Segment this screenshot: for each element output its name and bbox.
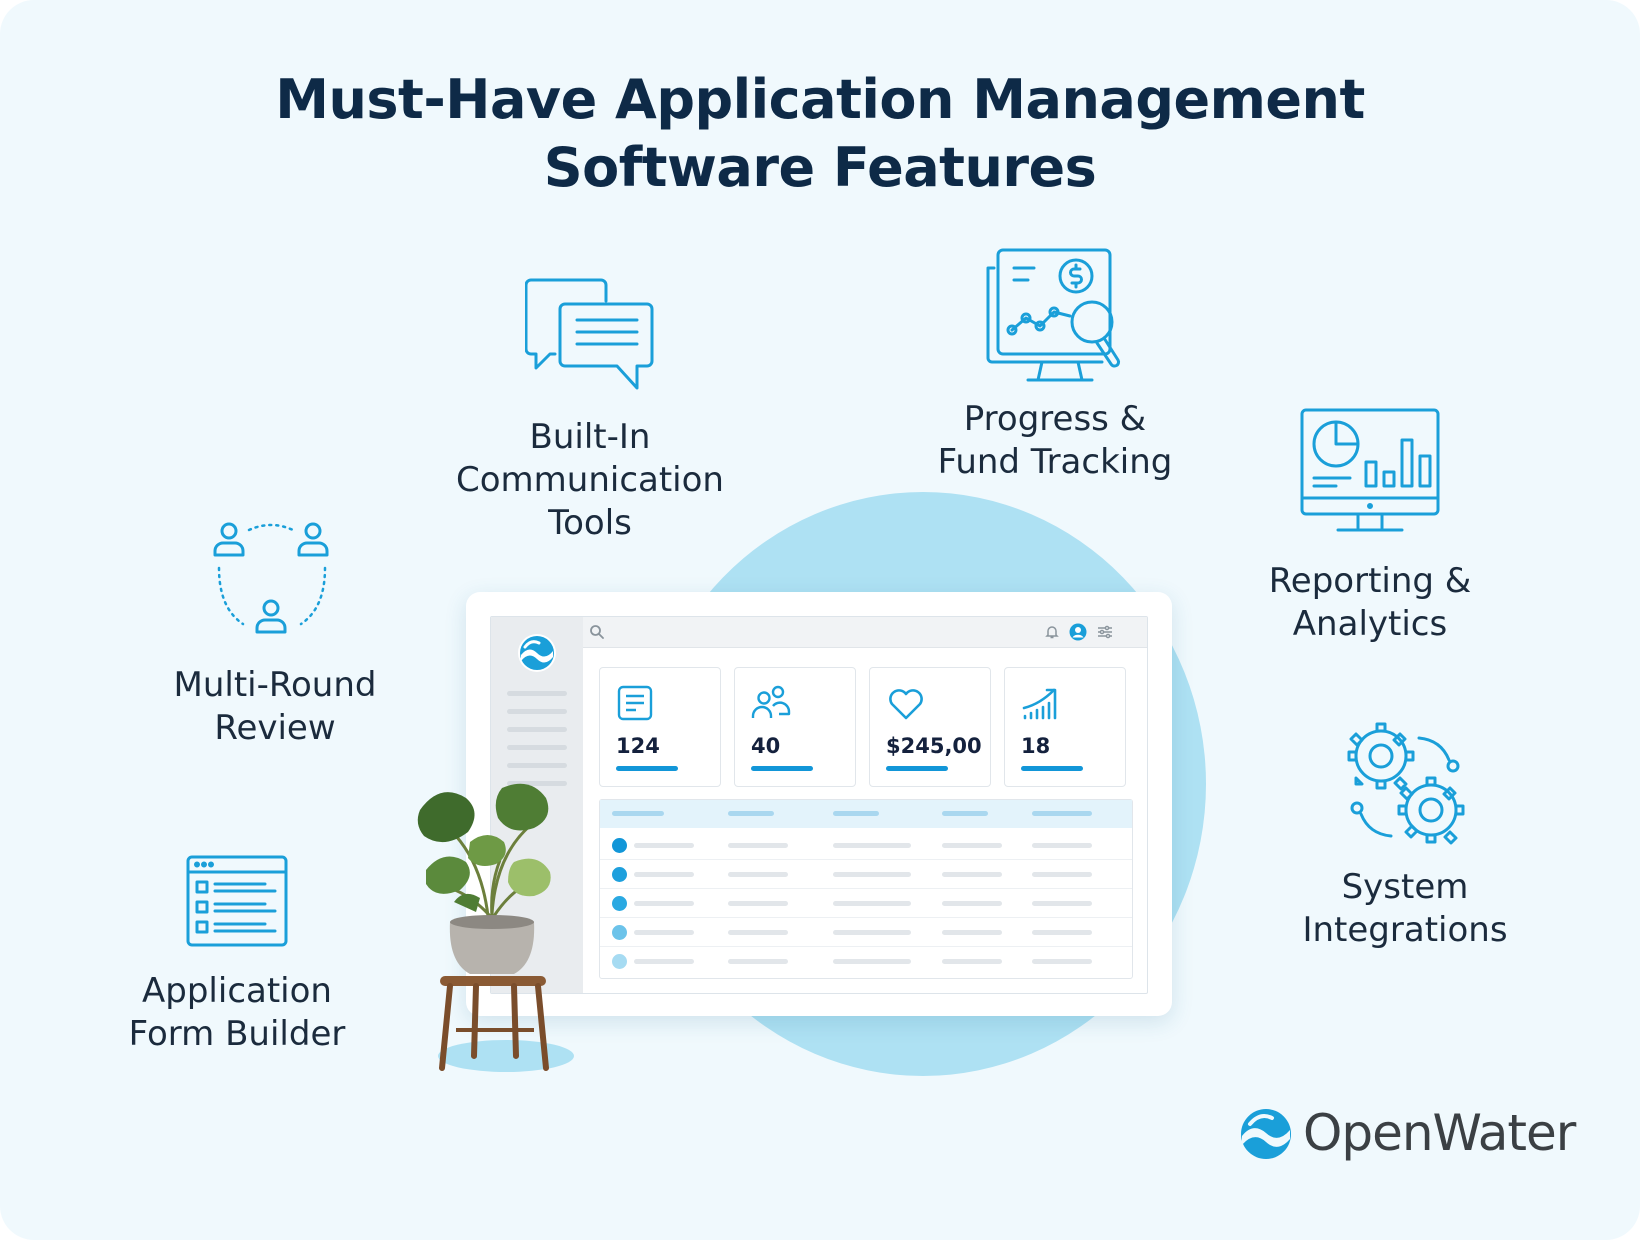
sidebar-placeholder [507, 727, 567, 732]
feature-reporting: Reporting & Analytics [1235, 406, 1505, 646]
row-status-dot [612, 896, 627, 911]
feature-integrations-label: System Integrations [1302, 867, 1508, 950]
cell-placeholder [728, 872, 788, 877]
sidebar-placeholder [507, 709, 567, 714]
cell-placeholder [942, 872, 1002, 877]
stat-card: 124 [599, 667, 721, 787]
row-status-dot [612, 838, 627, 853]
row-divider [600, 946, 1132, 947]
cell-placeholder [942, 930, 1002, 935]
cell-placeholder [728, 959, 788, 964]
stat-value: 18 [1021, 734, 1051, 758]
document-icon [617, 685, 653, 721]
cell-placeholder [728, 843, 788, 848]
row-status-dot [612, 954, 627, 969]
header-placeholder [1032, 811, 1092, 816]
openwater-logo-icon [518, 634, 556, 672]
cell-placeholder [833, 872, 911, 877]
table-header [600, 800, 1132, 828]
form-window-icon [186, 855, 288, 947]
heart-icon [889, 689, 923, 720]
dashboard-window: 124 40 $245,00 18 [490, 616, 1148, 994]
row-status-dot [612, 925, 627, 940]
gears-icon [1347, 722, 1465, 845]
cell-placeholder [634, 843, 694, 848]
bell-icon[interactable] [1045, 625, 1059, 639]
user-avatar-icon[interactable] [1069, 623, 1087, 641]
row-divider [600, 888, 1132, 889]
row-status-dot [612, 867, 627, 882]
cell-placeholder [634, 959, 694, 964]
openwater-logo-icon [1241, 1109, 1291, 1159]
header-placeholder [833, 811, 879, 816]
cell-placeholder [634, 872, 694, 877]
feature-review: Multi-Round Review [150, 518, 400, 750]
sidebar-placeholder [507, 763, 567, 768]
title-line-1: Must-Have Application Management [275, 68, 1365, 131]
sidebar-placeholder [507, 745, 567, 750]
cell-placeholder [833, 959, 911, 964]
feature-review-label: Multi-Round Review [173, 665, 377, 748]
cell-placeholder [833, 843, 911, 848]
monitor-dollar-magnifier-icon [986, 248, 1120, 382]
page-title: Must-Have Application Management Softwar… [0, 66, 1640, 202]
cell-placeholder [634, 901, 694, 906]
trending-chart-icon [1022, 688, 1057, 720]
feature-reporting-label: Reporting & Analytics [1268, 561, 1472, 644]
feature-communication-label: Built-In Communication Tools [456, 417, 724, 543]
stat-card: $245,00 [869, 667, 991, 787]
potted-plant-illustration [417, 783, 574, 1072]
row-divider [600, 917, 1132, 918]
stat-card: 18 [1004, 667, 1126, 787]
infographic-canvas: Must-Have Application Management Softwar… [0, 0, 1640, 1240]
header-placeholder [728, 811, 774, 816]
dashboard-topbar [583, 617, 1147, 648]
cell-placeholder [942, 959, 1002, 964]
header-placeholder [612, 811, 664, 816]
chat-bubbles-icon [525, 278, 654, 390]
cell-placeholder [728, 930, 788, 935]
stat-bar [1021, 766, 1083, 771]
cell-placeholder [1032, 901, 1092, 906]
feature-communication: Built-In Communication Tools [430, 276, 750, 545]
feature-progress-label: Progress & Fund Tracking [937, 399, 1173, 482]
cell-placeholder [1032, 872, 1092, 877]
cell-placeholder [833, 901, 911, 906]
feature-integrations: System Integrations [1260, 720, 1550, 952]
brand-name: OpenWater [1303, 1104, 1576, 1162]
data-table [599, 799, 1133, 979]
monitor-analytics-icon [1300, 408, 1440, 532]
settings-sliders-icon[interactable] [1097, 625, 1113, 639]
search-icon[interactable] [589, 624, 605, 640]
header-placeholder [942, 811, 988, 816]
stat-value: $245,00 [886, 734, 982, 758]
cell-placeholder [942, 843, 1002, 848]
cell-placeholder [1032, 930, 1092, 935]
cell-placeholder [942, 901, 1002, 906]
title-line-2: Software Features [543, 136, 1097, 199]
users-icon [751, 685, 791, 718]
stat-card: 40 [734, 667, 856, 787]
stat-value: 40 [751, 734, 781, 758]
row-divider [600, 859, 1132, 860]
stat-value: 124 [616, 734, 660, 758]
stat-bar [886, 766, 948, 771]
sidebar-placeholder [507, 691, 567, 696]
feature-progress: Progress & Fund Tracking [900, 246, 1210, 484]
cell-placeholder [833, 930, 911, 935]
cell-placeholder [1032, 843, 1092, 848]
cell-placeholder [728, 901, 788, 906]
stat-bar [751, 766, 813, 771]
feature-formbuilder-label: Application Form Builder [128, 971, 346, 1054]
stat-bar [616, 766, 678, 771]
cell-placeholder [634, 930, 694, 935]
people-cycle-icon [213, 522, 329, 634]
cell-placeholder [1032, 959, 1092, 964]
feature-formbuilder: Application Form Builder [110, 854, 364, 1056]
